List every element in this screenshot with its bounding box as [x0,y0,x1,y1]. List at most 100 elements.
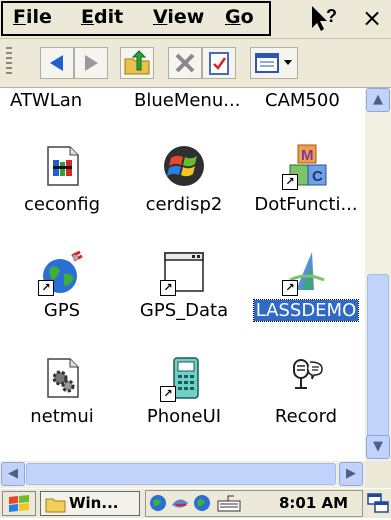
menu-file-accelerator: F [13,6,26,28]
menu-go-accelerator: G [225,6,241,28]
keyboard-icon [217,495,241,512]
item-label: PhoneUI [146,406,222,427]
close-button[interactable]: × [355,2,389,34]
list-item[interactable]: netmui [2,356,122,427]
list-item[interactable]: ↗ GPS_Data [124,250,244,321]
back-icon [50,55,63,71]
list-item[interactable]: ↗ LASSDEMO [246,250,365,322]
clock[interactable]: 8:01 AM [279,494,348,512]
view-mode-button[interactable] [250,47,298,79]
forward-button[interactable] [74,47,108,79]
properties-button[interactable] [202,47,236,79]
microphone-icon [284,356,328,400]
menu-edit-label: dit [93,6,124,28]
menu-view[interactable]: View [153,6,204,28]
scroll-up-button[interactable]: ▲ [366,88,390,112]
list-item[interactable]: M C ↗ DotFuncti... [246,144,365,215]
menu-view-label: iew [167,6,205,28]
chevron-right-icon: ▶ [346,466,356,481]
task-label: Win... [69,494,119,512]
shortcut-arrow-icon: ↗ [282,280,298,296]
list-item[interactable]: CAM500 [265,90,340,111]
window-icon: ↗ [160,250,206,296]
windows-logo-icon [9,495,29,512]
item-label: cerdisp2 [145,194,223,215]
svg-text:M: M [301,147,314,164]
item-label-selected: LASSDEMO [252,299,360,322]
svg-text:?: ? [326,6,337,26]
help-icon: ? [312,6,337,31]
menu-file[interactable]: File [13,6,52,28]
item-label: Record [274,406,338,427]
menu-go[interactable]: Go [225,6,254,28]
file-list-view[interactable]: ATWLan BlueMenu... CAM500 ceconfig cerdi… [0,88,365,488]
shortcut-arrow-icon: ↗ [160,386,176,402]
item-label: DotFuncti... [254,194,358,215]
menu-edit[interactable]: Edit [81,6,123,28]
gear-document-icon [40,356,84,400]
scroll-right-button[interactable]: ▶ [339,462,363,486]
horizontal-scrollbar[interactable]: ◀ ▶ [0,461,365,488]
task-window-button[interactable]: Win... [40,491,140,516]
item-label: CAM500 [265,90,340,111]
windows-flag-icon [162,144,206,188]
folder-icon [45,498,66,513]
bluetooth-icon [172,499,188,508]
item-label: GPS [43,300,81,321]
up-folder-icon [124,50,150,75]
delete-icon [175,53,195,73]
system-tray: 8:01 AM [145,490,363,517]
horizontal-scroll-thumb[interactable] [26,463,336,485]
menu-bar: File Edit View Go ? × [0,0,391,39]
shortcut-arrow-icon: ↗ [38,280,54,296]
tray-icons [150,495,241,512]
scroll-down-button[interactable]: ▼ [366,435,390,459]
menu-go-label: o [240,6,254,28]
forward-icon [85,55,98,71]
scroll-left-button[interactable]: ◀ [1,462,25,486]
toolbar [0,39,391,88]
list-item[interactable]: ↗ GPS [2,250,122,321]
list-item[interactable]: ceconfig [2,144,122,215]
item-label: netmui [30,406,94,427]
back-button[interactable] [40,47,74,79]
chevron-left-icon: ◀ [8,466,18,481]
vertical-scrollbar[interactable]: ▲ ▼ [365,88,391,488]
chevron-up-icon: ▲ [373,92,383,107]
help-button[interactable]: ? [304,2,342,34]
menu-group: File Edit View Go [1,1,271,36]
list-item[interactable]: Record [246,356,365,427]
resize-grip [365,461,391,488]
properties-icon [209,52,229,75]
list-item[interactable]: ↗ PhoneUI [124,356,244,427]
phone-icon: ↗ [160,356,206,402]
show-desktop-button[interactable] [366,492,390,515]
item-label: BlueMenu... [134,90,241,111]
menu-edit-accelerator: E [81,6,94,28]
vertical-scroll-thumb[interactable] [367,274,389,454]
menu-file-label: ile [25,6,52,28]
ceconfig-icon [40,144,84,188]
list-item[interactable]: cerdisp2 [124,144,244,215]
chevron-down-icon: ▼ [373,439,383,454]
desktop-windows-icon [367,493,389,513]
view-mode-icon [255,53,292,73]
list-item[interactable]: ATWLan [10,90,82,111]
list-item[interactable]: BlueMenu... [134,90,240,111]
item-label: GPS_Data [139,300,229,321]
blocks-icon: M C ↗ [282,144,328,190]
item-label: ATWLan [10,90,83,111]
network-globe-icon [150,495,166,511]
shortcut-arrow-icon: ↗ [160,280,176,296]
item-label: ceconfig [23,194,101,215]
start-button[interactable] [2,491,36,516]
menu-view-accelerator: V [153,6,168,28]
toolbar-grip[interactable] [6,47,12,77]
delete-button[interactable] [168,47,202,79]
svg-text:C: C [312,168,323,185]
wireless-globe-icon [194,495,210,511]
up-folder-button[interactable] [120,47,154,79]
shortcut-arrow-icon: ↗ [282,174,298,190]
taskbar: Win... 8:01 AM [0,488,391,518]
lassdemo-icon: ↗ [282,250,328,296]
